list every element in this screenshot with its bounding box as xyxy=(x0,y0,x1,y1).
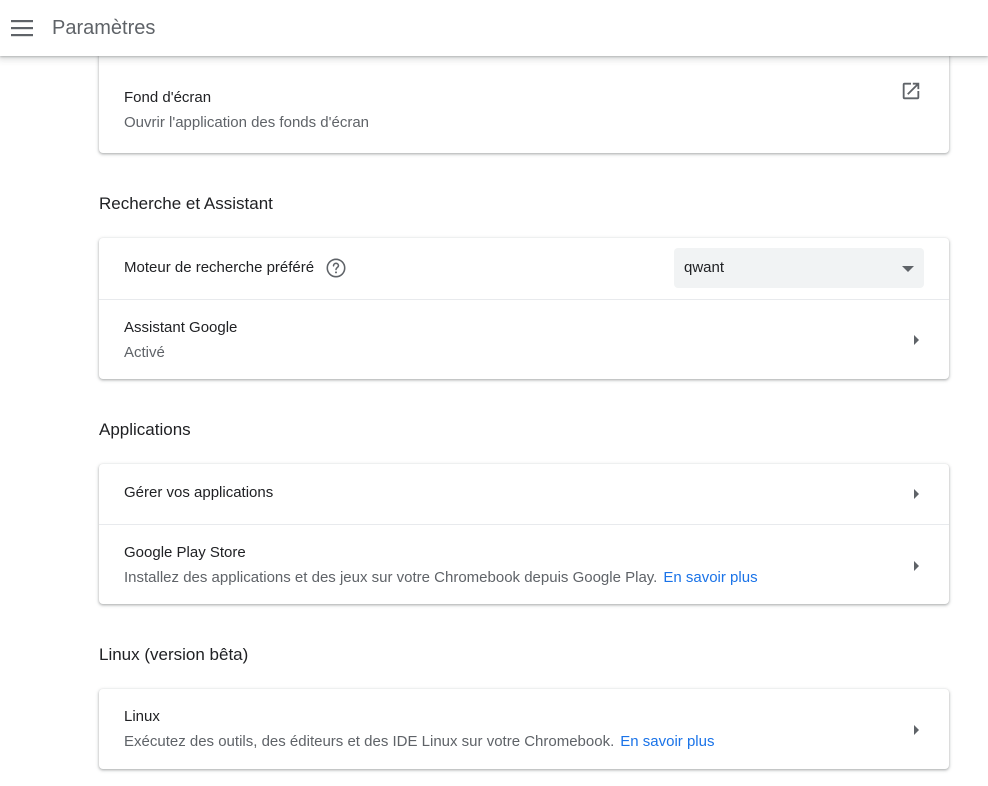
open-in-new-icon[interactable] xyxy=(900,80,922,102)
play-store-learn-more-link[interactable]: En savoir plus xyxy=(663,569,757,586)
linux-card: Linux Exécutez des outils, des éditeurs … xyxy=(99,689,949,769)
manage-apps-title: Gérer vos applications xyxy=(124,484,274,501)
wallpaper-title: Fond d'écran xyxy=(124,89,212,106)
play-store-row[interactable]: Google Play Store Installez des applicat… xyxy=(99,524,949,604)
linux-row[interactable]: Linux Exécutez des outils, des éditeurs … xyxy=(99,689,949,769)
top-bar: Paramètres xyxy=(0,0,988,56)
search-engine-label: Moteur de recherche préféré xyxy=(124,259,315,277)
linux-title: Linux xyxy=(124,708,160,725)
help-circle-icon[interactable] xyxy=(325,257,347,279)
chevron-right-icon xyxy=(914,725,919,735)
search-engine-row: Moteur de recherche préféré qwant xyxy=(99,238,949,299)
linux-learn-more-link[interactable]: En savoir plus xyxy=(620,733,714,750)
wallpaper-card: Fond d'écran Ouvrir l'application des fo… xyxy=(99,52,949,153)
chevron-right-icon xyxy=(914,489,919,499)
search-section-heading: Recherche et Assistant xyxy=(99,194,273,213)
page-title: Paramètres xyxy=(52,17,156,39)
hamburger-menu-icon xyxy=(11,20,33,37)
chevron-right-icon xyxy=(914,335,919,345)
apps-section-heading: Applications xyxy=(99,420,191,439)
settings-content: Fond d'écran Ouvrir l'application des fo… xyxy=(0,52,988,786)
wallpaper-row[interactable]: Fond d'écran Ouvrir l'application des fo… xyxy=(99,52,949,153)
dropdown-arrow-icon xyxy=(902,266,914,272)
wallpaper-subtitle: Ouvrir l'application des fonds d'écran xyxy=(124,114,370,131)
play-store-description: Installez des applications et des jeux s… xyxy=(124,568,949,588)
assistant-title: Assistant Google xyxy=(124,319,238,336)
linux-description: Exécutez des outils, des éditeurs et des… xyxy=(124,732,949,752)
manage-apps-row[interactable]: Gérer vos applications xyxy=(99,464,949,524)
assistant-status: Activé xyxy=(124,344,165,361)
search-card: Moteur de recherche préféré qwant Assist… xyxy=(99,238,949,379)
menu-button[interactable] xyxy=(6,12,38,44)
apps-card: Gérer vos applications Google Play Store… xyxy=(99,464,949,604)
play-store-title: Google Play Store xyxy=(124,544,246,561)
chevron-right-icon xyxy=(914,561,919,571)
linux-section-heading: Linux (version bêta) xyxy=(99,645,249,664)
play-store-description-text: Installez des applications et des jeux s… xyxy=(124,569,658,586)
assistant-row[interactable]: Assistant Google Activé xyxy=(99,299,949,379)
search-engine-select[interactable]: qwant xyxy=(674,248,924,288)
linux-description-text: Exécutez des outils, des éditeurs et des… xyxy=(124,733,615,750)
search-engine-value: qwant xyxy=(684,259,725,276)
